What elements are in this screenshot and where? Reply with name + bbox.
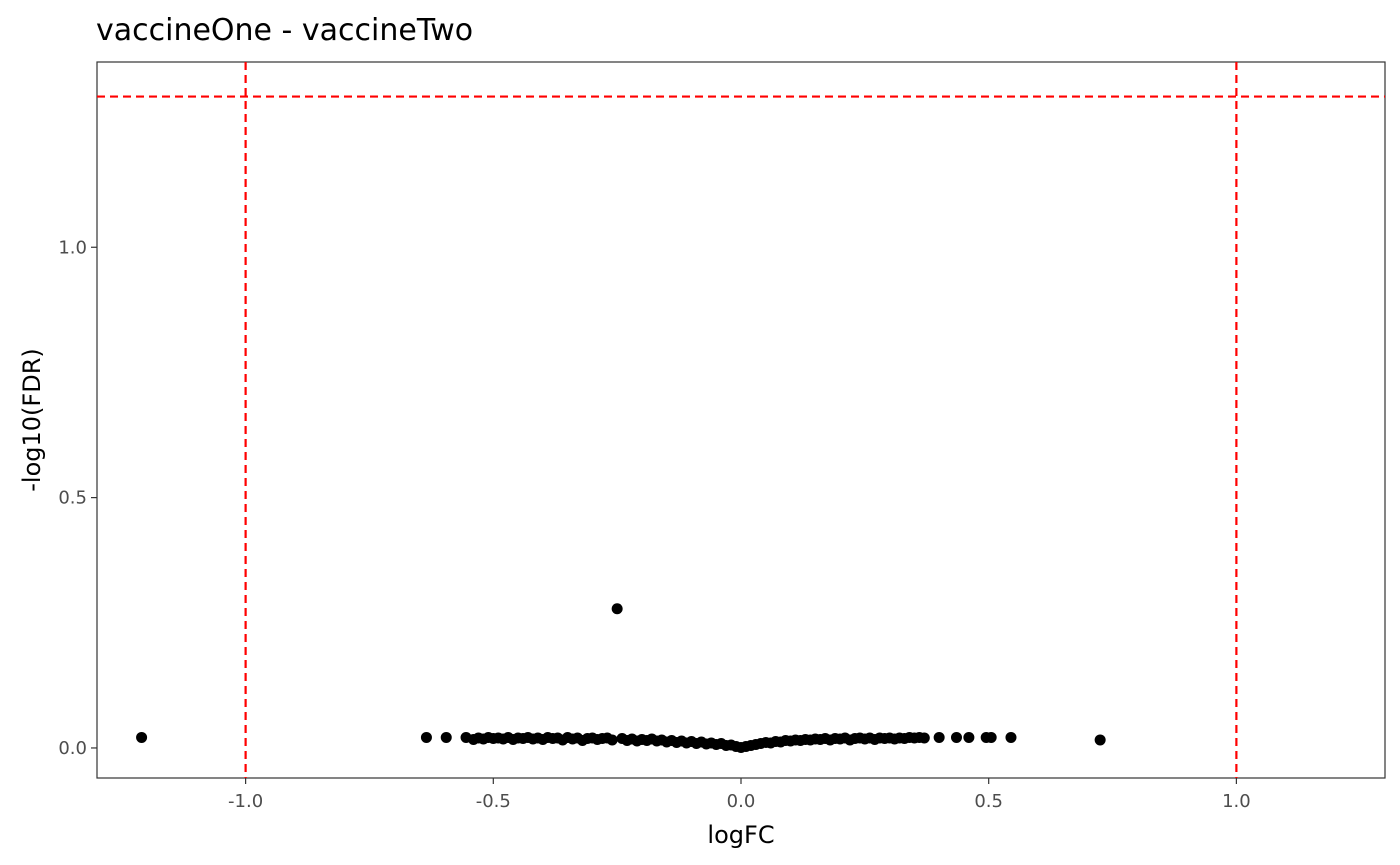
data-point	[606, 734, 618, 746]
y-axis-title: -log10(FDR)	[18, 348, 46, 491]
data-point	[440, 731, 452, 743]
x-tick-label: 0.0	[727, 791, 756, 812]
x-tick-label: -0.5	[476, 791, 511, 812]
data-point	[611, 603, 623, 615]
data-point	[950, 731, 962, 743]
data-point	[420, 731, 432, 743]
data-point	[985, 731, 997, 743]
data-point	[1094, 734, 1106, 746]
x-tick-label: 1.0	[1222, 791, 1251, 812]
x-axis-title: logFC	[707, 821, 774, 849]
y-tick-label: 0.0	[58, 738, 87, 759]
x-tick-label: -1.0	[228, 791, 263, 812]
x-axis: -1.0 -0.5 0.0 0.5 1.0	[228, 778, 1251, 812]
data-point	[136, 731, 148, 743]
y-tick-label: 1.0	[58, 237, 87, 258]
plot-panel	[96, 61, 1386, 779]
data-point	[963, 731, 975, 743]
data-point	[918, 732, 930, 744]
data-point	[1005, 731, 1017, 743]
chart-title: vaccineOne - vaccineTwo	[96, 13, 473, 48]
volcano-plot: vaccineOne - vaccineTwo -1.0 -0.5 0.0 0.5 1.…	[18, 13, 1386, 849]
x-tick-label: 0.5	[974, 791, 1003, 812]
y-tick-label: 0.5	[58, 488, 87, 509]
y-axis: 0.0 0.5 1.0	[58, 237, 97, 759]
data-point	[933, 731, 945, 743]
